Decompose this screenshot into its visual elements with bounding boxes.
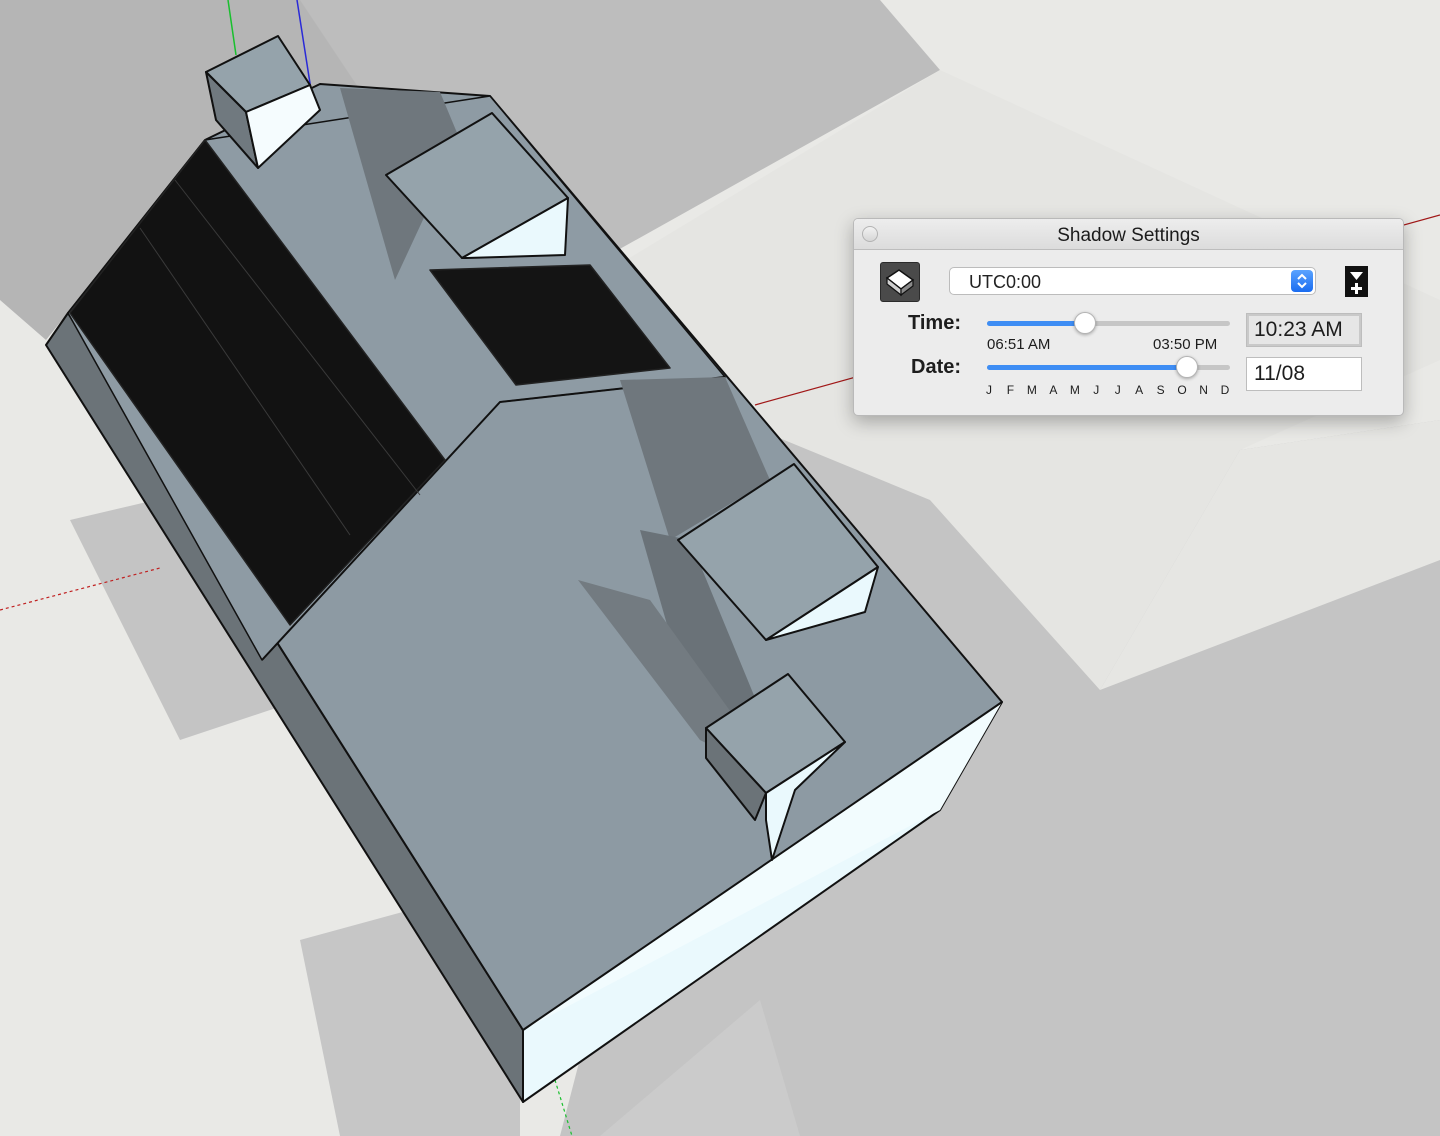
month-tick: N xyxy=(1199,383,1208,397)
date-field[interactable]: 11/08 xyxy=(1246,357,1362,391)
month-tick: F xyxy=(1006,383,1015,397)
timezone-select[interactable]: UTC0:00 xyxy=(949,267,1316,295)
month-tick: O xyxy=(1177,383,1187,397)
time-slider-thumb[interactable] xyxy=(1074,312,1097,334)
date-slider-fill xyxy=(987,365,1188,370)
time-slider[interactable] xyxy=(987,321,1230,326)
sunset-time: 03:50 PM xyxy=(1153,336,1218,353)
month-tick: A xyxy=(1135,383,1144,397)
month-tick: J xyxy=(1114,383,1121,397)
time-slider-fill xyxy=(987,321,1086,326)
show-shadows-toggle[interactable] xyxy=(880,262,920,302)
date-slider-thumb[interactable] xyxy=(1176,356,1199,378)
scene-canvas xyxy=(0,0,1440,1136)
time-value: 10:23 AM xyxy=(1254,318,1343,341)
time-label: Time: xyxy=(908,312,961,334)
month-tick: J xyxy=(986,383,992,397)
dialog-titlebar[interactable]: Shadow Settings xyxy=(854,219,1403,250)
up-down-stepper-icon[interactable] xyxy=(1291,270,1313,292)
month-tick: M xyxy=(1026,383,1037,397)
dialog-title: Shadow Settings xyxy=(1057,225,1200,246)
show-shadows-icon xyxy=(885,269,915,297)
month-tick: M xyxy=(1069,383,1080,397)
month-tick: D xyxy=(1220,383,1230,397)
date-label: Date: xyxy=(911,356,962,378)
month-ticks: JFMAMJJASOND xyxy=(982,383,1232,397)
timezone-value: UTC0:00 xyxy=(969,272,1042,292)
model-viewport[interactable] xyxy=(0,0,1440,1136)
month-tick: J xyxy=(1093,383,1100,397)
sunrise-time: 06:51 AM xyxy=(987,336,1051,353)
month-tick: A xyxy=(1049,383,1058,397)
expand-panel-icon xyxy=(1345,266,1368,297)
month-tick: S xyxy=(1156,383,1165,397)
expand-panel-button[interactable] xyxy=(1345,266,1369,298)
time-field[interactable]: 10:23 AM xyxy=(1246,313,1362,347)
shadow-settings-dialog: Shadow Settings UTC0:00 Time: 06:51 AM 0… xyxy=(853,218,1404,416)
date-value: 11/08 xyxy=(1254,362,1305,385)
